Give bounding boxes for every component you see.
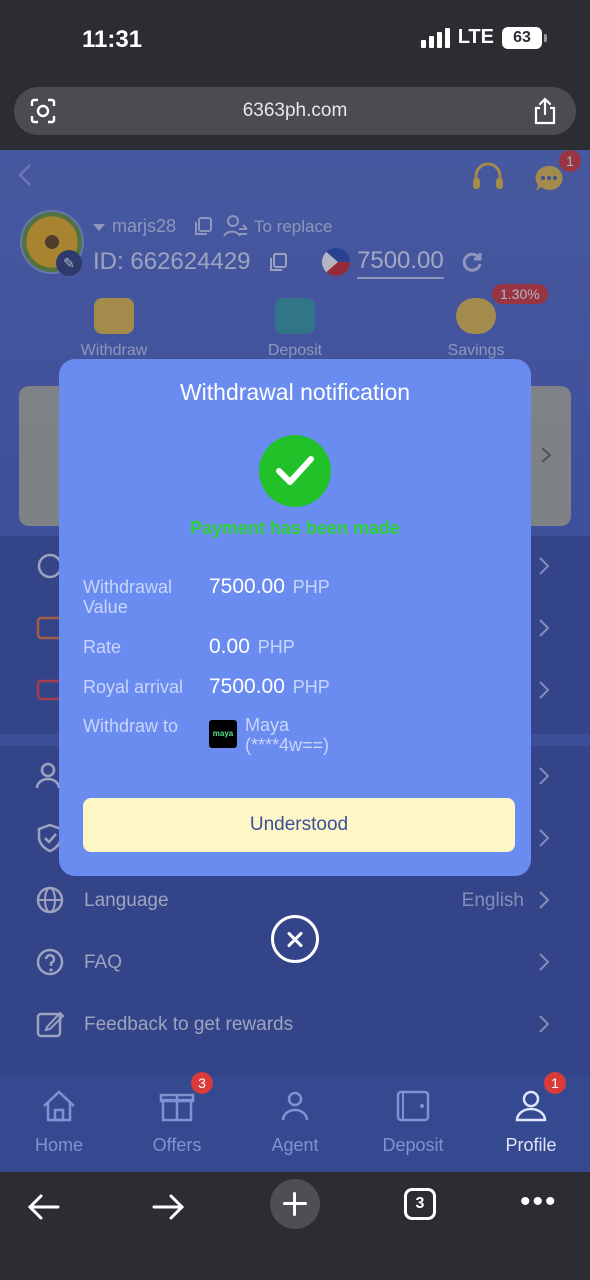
tab-profile[interactable]: Profile (472, 1086, 590, 1156)
status-time: 11:31 (82, 26, 143, 53)
maya-logo-icon: maya (209, 720, 237, 748)
wallet-destination: Maya (****4w==) (245, 715, 329, 755)
payment-status: Payment has been made (189, 518, 401, 538)
profile-badge: 1 (544, 1072, 566, 1094)
tab-deposit[interactable]: Deposit (354, 1086, 472, 1156)
withdraw-to-label: Withdraw to (83, 716, 179, 736)
battery-icon: 63 (502, 26, 547, 49)
modal-title: Withdrawal notification (179, 379, 411, 405)
tab-offers-label: Offers (152, 1135, 202, 1155)
withdrawal-value-label: Withdrawal Value (83, 577, 173, 617)
more-menu-icon[interactable]: ••• (520, 1187, 558, 1217)
wallet-name: Maya (245, 715, 290, 735)
royal-arrival-value: 7500.00 PHP (209, 675, 330, 699)
offers-badge: 3 (191, 1072, 213, 1094)
url-bar[interactable]: 6363ph.com (14, 87, 576, 135)
tab-home[interactable]: Home (0, 1086, 118, 1156)
profile-icon (515, 1090, 547, 1122)
status-indicators: LTE 63 (420, 26, 547, 49)
wallet-account: (****4w==) (245, 735, 330, 755)
tab-offers[interactable]: Offers (118, 1086, 236, 1156)
agent-group-icon (281, 1091, 309, 1121)
royal-arrival-amount: 7500.00 (209, 675, 285, 698)
network-type: LTE (457, 26, 494, 48)
signal-icon (420, 27, 450, 48)
tab-switcher-button[interactable]: 3 (404, 1188, 436, 1220)
forward-arrow-icon[interactable] (150, 1192, 186, 1222)
wallet-icon (396, 1090, 430, 1122)
tab-agent-label: Agent (271, 1135, 319, 1155)
success-check-icon (259, 435, 331, 507)
gift-icon (159, 1093, 195, 1122)
tab-profile-label: Profile (505, 1135, 557, 1155)
share-icon[interactable] (532, 97, 558, 125)
withdrawal-value: 7500.00 PHP (209, 575, 330, 599)
new-tab-plus-icon[interactable] (270, 1179, 320, 1229)
tab-agent[interactable]: Agent (236, 1086, 354, 1156)
back-arrow-icon[interactable] (26, 1192, 62, 1222)
royal-arrival-label: Royal arrival (83, 677, 184, 697)
close-modal-icon[interactable] (271, 915, 319, 963)
withdrawal-amount: 7500.00 (209, 575, 285, 598)
browser-toolbar: 3 ••• (0, 1172, 590, 1280)
withdrawal-currency: PHP (292, 577, 330, 597)
tab-deposit-label: Deposit (382, 1135, 444, 1155)
rate-value: 0.00 PHP (209, 635, 295, 659)
understood-button[interactable]: Understood (83, 798, 515, 852)
rate-amount: 0.00 (209, 635, 250, 658)
bottom-tab-bar: Home Offers 3 Agent Deposit Profile 1 (0, 1072, 590, 1172)
tab-home-label: Home (34, 1135, 83, 1155)
rate-currency: PHP (257, 637, 295, 657)
url-text[interactable]: 6363ph.com (14, 100, 576, 122)
withdrawal-notification-modal: Withdrawal notification Payment has been… (59, 359, 531, 876)
rate-label: Rate (83, 637, 122, 657)
home-icon (43, 1090, 75, 1122)
royal-arrival-currency: PHP (292, 677, 330, 697)
status-bar: 11:31 LTE 63 (0, 0, 590, 80)
